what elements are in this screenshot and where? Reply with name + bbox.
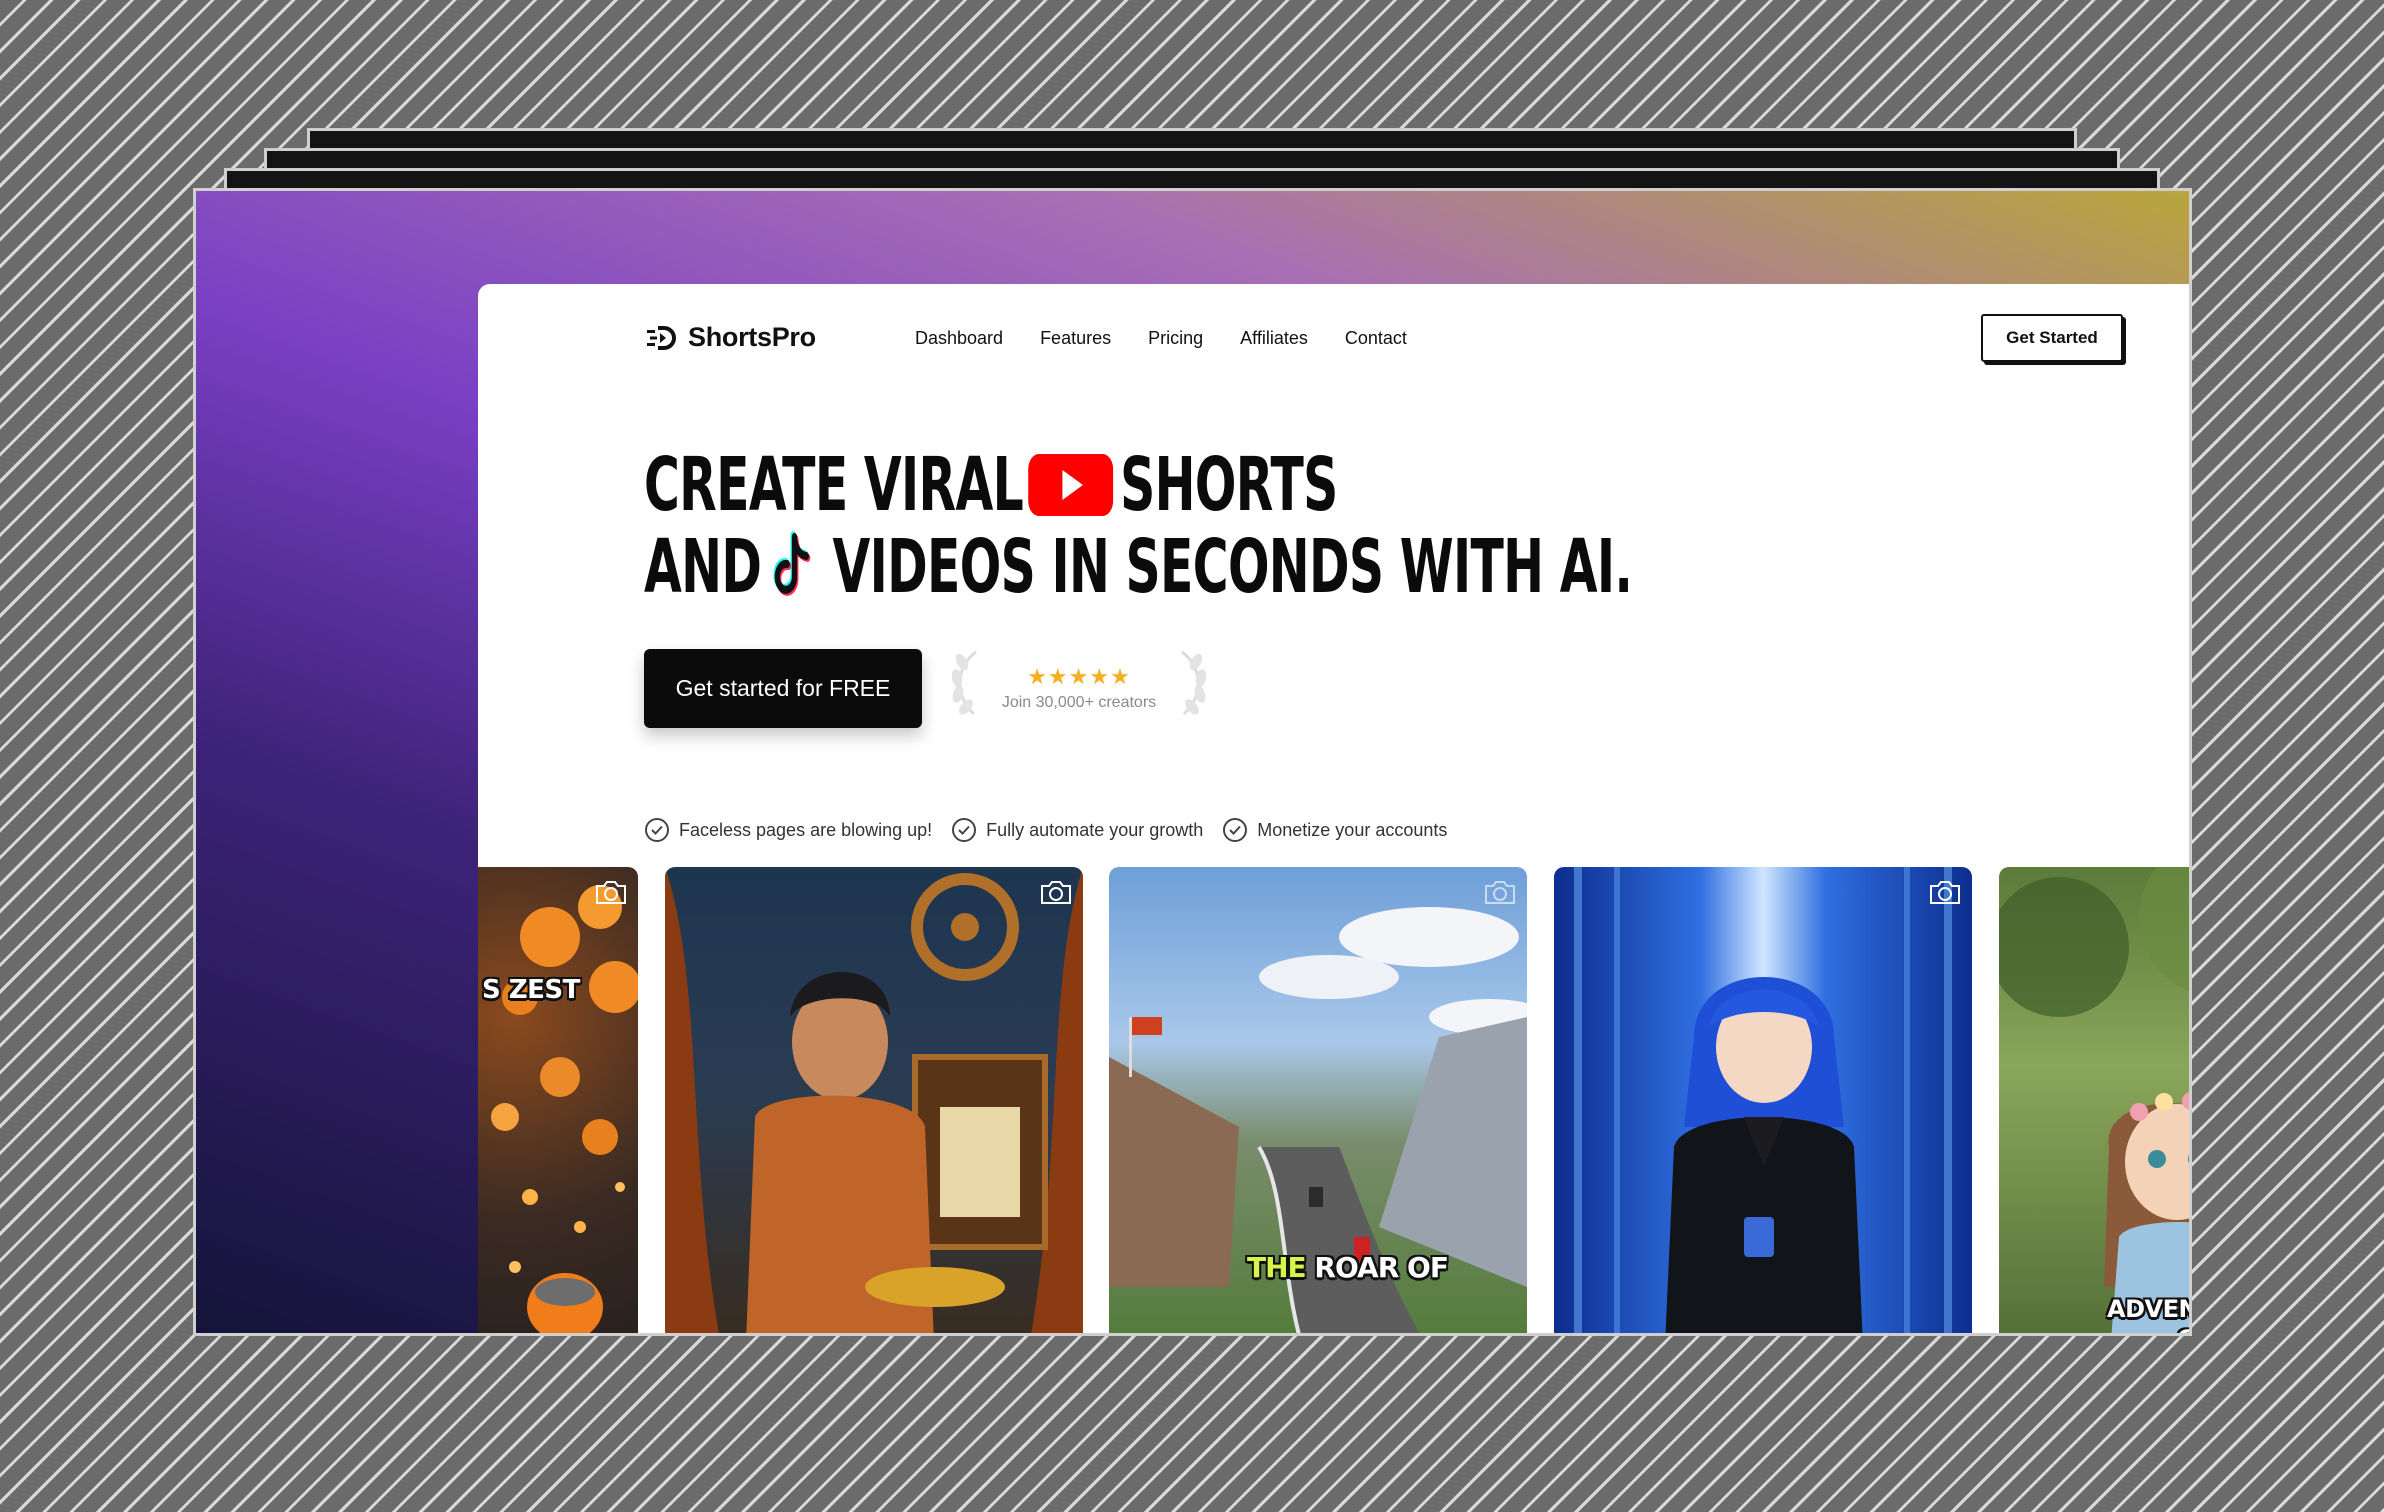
shortspro-logo-icon — [647, 325, 676, 350]
gradient-frame: ShortsPro Dashboard Features Pricing Aff… — [193, 188, 2192, 1336]
feature-list: Faceless pages are blowing up! Fully aut… — [644, 817, 1447, 843]
video-caption: THE ROAR OF — [1247, 1251, 1449, 1284]
video-card-anime[interactable] — [1554, 867, 1972, 1333]
video-caption: S ZEST — [482, 975, 580, 1005]
nav-link-dashboard[interactable]: Dashboard — [915, 328, 1003, 349]
nav-link-features[interactable]: Features — [1040, 328, 1111, 349]
hero-line-1: CREATE VIRAL SHORTS — [644, 442, 1632, 528]
feature-text: Fully automate your growth — [986, 819, 1204, 840]
feature-item: Fully automate your growth — [951, 817, 1203, 843]
video-card-oranges[interactable]: S ZEST — [478, 867, 638, 1333]
rating-text: Join 30,000+ creators — [1001, 694, 1157, 711]
hero-line-2: AND VIDEOS IN SECONDS WITH AI. — [644, 524, 1633, 610]
nav-link-pricing[interactable]: Pricing — [1148, 328, 1203, 349]
video-card-racing[interactable]: THE ROAR OF — [1109, 867, 1527, 1333]
nav-link-contact[interactable]: Contact — [1345, 328, 1407, 349]
feature-item: Monetize your accounts — [1222, 817, 1447, 843]
video-caption-text: ROAR OF — [1314, 1251, 1449, 1284]
get-started-button[interactable]: Get Started — [1981, 314, 2123, 362]
camera-icon[interactable] — [1039, 877, 1073, 907]
check-circle-icon — [645, 818, 669, 842]
check-circle-icon — [952, 818, 977, 842]
video-gallery: S ZEST THE ROAR OF ADVEN — [478, 867, 2192, 1333]
camera-icon[interactable] — [594, 877, 628, 907]
brand-name: ShortsPro — [688, 322, 816, 352]
youtube-icon — [1028, 454, 1114, 516]
rating-badge: ★★★★★ Join 30,000+ creators — [948, 644, 1210, 734]
hero-text-shorts: SHORTS — [1120, 442, 1338, 528]
video-thumbnail-forest-girl — [1999, 867, 2189, 1333]
video-thumbnail-anime — [1574, 867, 1952, 1333]
feature-text: Monetize your accounts — [1257, 819, 1448, 840]
tiktok-icon — [773, 531, 811, 596]
feature-item: Faceless pages are blowing up! — [644, 817, 932, 843]
landing-page: ShortsPro Dashboard Features Pricing Aff… — [478, 284, 2192, 1333]
check-circle-icon — [1223, 818, 1248, 842]
top-nav: ShortsPro Dashboard Features Pricing Aff… — [478, 284, 2189, 394]
video-thumbnail-oranges — [491, 885, 638, 1333]
video-card-forest-girl[interactable]: ADVENTUROUS GIRL — [1999, 867, 2192, 1333]
get-started-free-button[interactable]: Get started for FREE — [644, 649, 922, 728]
feature-text: Faceless pages are blowing up! — [679, 819, 933, 840]
video-caption: ADVENTUROUS — [2107, 1295, 2192, 1323]
nav-link-affiliates[interactable]: Affiliates — [1240, 328, 1308, 349]
brand[interactable]: ShortsPro — [646, 322, 816, 353]
camera-icon[interactable] — [1483, 877, 1517, 907]
camera-icon[interactable] — [1928, 877, 1962, 907]
video-card-treasure[interactable] — [665, 867, 1083, 1333]
hero-text-create-viral: CREATE VIRAL — [644, 442, 1024, 528]
nav-links: Dashboard Features Pricing Affiliates Co… — [915, 328, 1407, 349]
star-rating: ★★★★★ — [1027, 664, 1131, 689]
video-caption-highlight: THE — [1247, 1251, 1307, 1284]
video-thumbnail-treasure — [665, 867, 1083, 1333]
hero-text-videos: VIDEOS IN SECONDS WITH AI. — [832, 524, 1633, 610]
hero-text-and: AND — [644, 524, 762, 610]
laurel-right-icon — [1181, 650, 1207, 716]
video-caption-line2: GIRL — [2177, 1325, 2189, 1333]
hero-heading: CREATE VIRAL SHORTS AND VIDEOS IN SECOND… — [644, 442, 2141, 610]
